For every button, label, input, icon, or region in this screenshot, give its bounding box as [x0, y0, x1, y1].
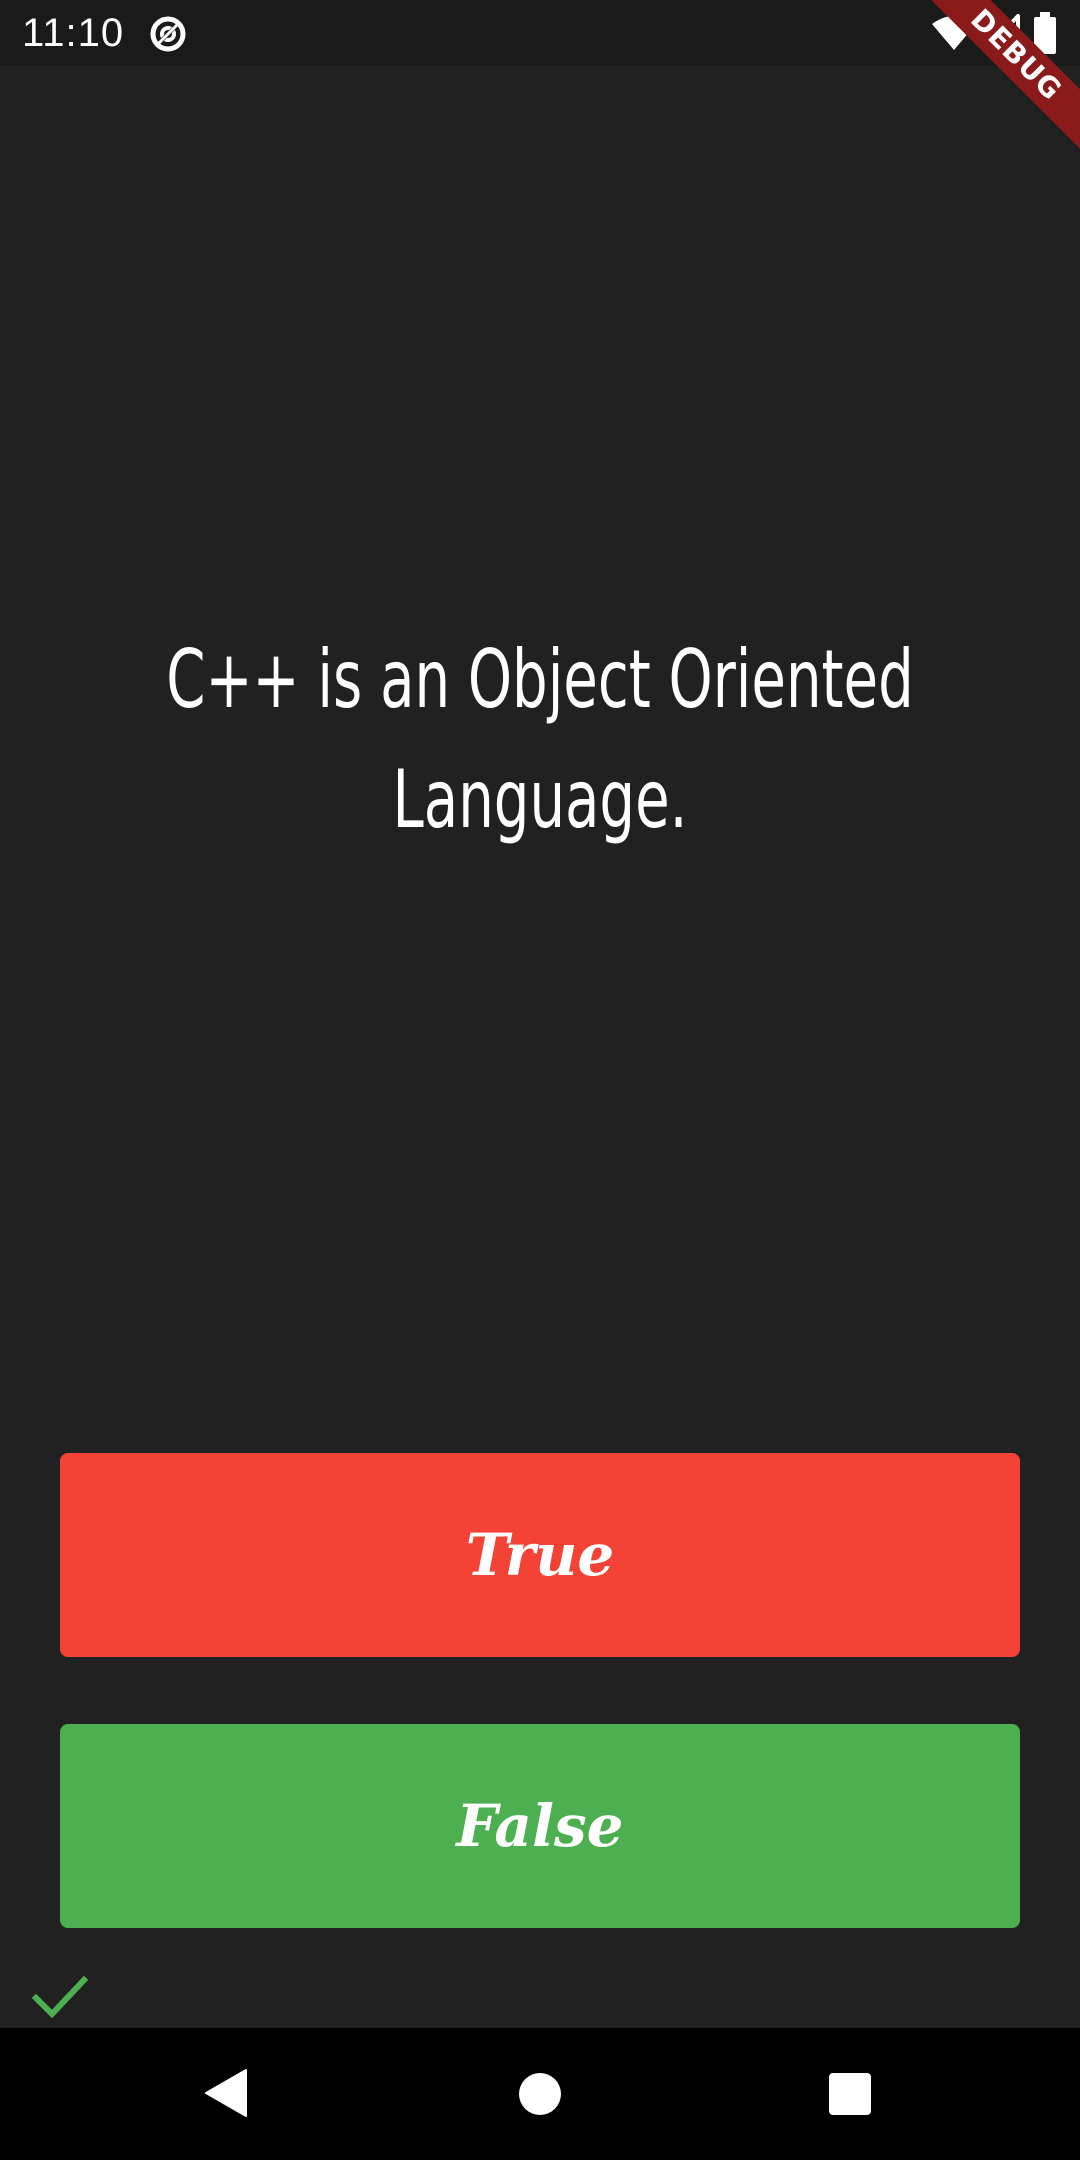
status-time: 11:10 — [22, 11, 125, 55]
navigation-bar — [0, 2028, 1080, 2160]
question-area: C++ is an Object Oriented Language. — [60, 620, 1020, 860]
score-keeper — [32, 1970, 88, 2024]
status-bar: 11:10 — [0, 0, 1080, 66]
signal-icon — [984, 14, 1020, 52]
home-icon[interactable] — [519, 2073, 561, 2115]
quiz-screen: 11:10 DEBUG C++ is an Object Oriented La… — [0, 0, 1080, 2160]
battery-icon — [1034, 12, 1056, 54]
question-text: C++ is an Object Oriented Language. — [166, 633, 914, 846]
back-icon[interactable] — [204, 2068, 248, 2118]
at-sign-icon — [150, 16, 186, 52]
true-button[interactable]: True — [60, 1453, 1020, 1657]
false-button[interactable]: False — [60, 1724, 1020, 1928]
check-icon — [32, 1975, 88, 2019]
wifi-icon — [932, 16, 976, 50]
recents-icon[interactable] — [829, 2073, 871, 2115]
